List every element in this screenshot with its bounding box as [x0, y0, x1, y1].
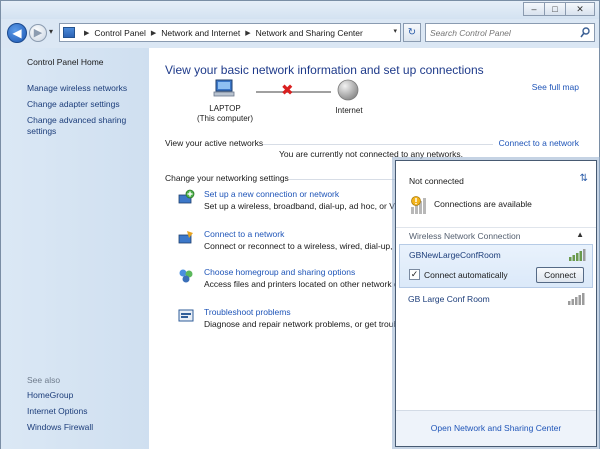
breadcrumb-separator-icon[interactable]: ▶ — [84, 29, 89, 37]
homegroup-icon — [179, 269, 193, 283]
collapse-chevron-icon[interactable]: ▲ — [576, 230, 584, 239]
connection-status: Not connected — [409, 176, 464, 186]
title-bar: – □ ✕ — [1, 1, 599, 19]
sidebar-item-windows-firewall[interactable]: Windows Firewall — [27, 422, 93, 433]
breadcrumb-separator-icon[interactable]: ▶ — [151, 29, 156, 37]
troubleshoot-icon — [178, 309, 194, 322]
network-sharing-center-window: – □ ✕ ◀ ▶ ▾ ▶ Control Panel ▶ Network an… — [0, 0, 600, 449]
computer-icon — [213, 79, 235, 97]
recent-pages-dropdown[interactable]: ▾ — [49, 27, 53, 36]
connect-to-a-network-link[interactable]: Connect to a network — [499, 138, 579, 148]
connections-available-icon — [411, 196, 426, 214]
sidebar-item-change-advanced-sharing-settings[interactable]: Change advanced sharing settings — [27, 115, 142, 137]
breadcrumb-control-panel[interactable]: Control Panel — [94, 28, 146, 38]
sidebar-item-internet-options[interactable]: Internet Options — [27, 406, 87, 417]
internet-label: Internet — [335, 106, 363, 115]
network-name[interactable]: GBNewLargeConfRoom — [409, 250, 501, 260]
network-item-selected[interactable]: GBNewLargeConfRoom ✓ Connect automatical… — [399, 244, 593, 288]
divider — [289, 179, 397, 180]
refresh-button[interactable]: ↻ — [403, 23, 421, 42]
homegroup-sharing-link[interactable]: Choose homegroup and sharing options — [204, 267, 355, 277]
search-box[interactable] — [425, 23, 595, 42]
troubleshoot-link[interactable]: Troubleshoot problems — [204, 307, 291, 317]
navigation-row: ◀ ▶ ▾ ▶ Control Panel ▶ Network and Inte… — [1, 21, 599, 45]
address-dropdown-icon[interactable]: ▾ — [393, 27, 397, 35]
sidebar: Control Panel Home Manage wireless netwo… — [1, 48, 149, 449]
sidebar-item-change-adapter-settings[interactable]: Change adapter settings — [27, 99, 120, 110]
connections-available-text: Connections are available — [434, 199, 532, 209]
change-settings-heading: Change your networking settings — [165, 173, 289, 183]
network-flyout: Not connected ⇅ Connections are availabl… — [395, 160, 597, 447]
task-setup-connection: Set up a new connection or network Set u… — [177, 189, 407, 215]
breadcrumb-network-and-sharing-center[interactable]: Network and Sharing Center — [256, 28, 363, 38]
close-button[interactable]: ✕ — [565, 2, 595, 16]
disconnected-x-icon: ✖ — [281, 82, 294, 99]
maximize-button[interactable]: □ — [544, 2, 566, 16]
task-homegroup: Choose homegroup and sharing options Acc… — [177, 267, 407, 293]
see-also-heading: See also — [27, 375, 61, 385]
refresh-networks-icon[interactable]: ⇅ — [580, 173, 588, 184]
connect-button[interactable]: Connect — [536, 267, 584, 283]
connect-to-network-description: Connect or reconnect to a wireless, wire… — [204, 241, 400, 251]
connect-automatically-checkbox[interactable]: ✓ — [409, 269, 420, 280]
troubleshoot-description: Diagnose and repair network problems, or… — [204, 319, 401, 329]
search-input[interactable] — [430, 26, 575, 40]
sidebar-item-homegroup[interactable]: HomeGroup — [27, 390, 73, 401]
connect-automatically-label[interactable]: Connect automatically — [424, 270, 508, 280]
active-networks-heading: View your active networks — [165, 138, 264, 148]
not-connected-message: You are currently not connected to any n… — [279, 149, 463, 159]
globe-icon — [337, 79, 359, 101]
control-panel-icon — [63, 27, 75, 38]
flyout-footer: Open Network and Sharing Center — [396, 410, 596, 446]
window-controls: – □ ✕ — [523, 2, 595, 16]
sidebar-item-control-panel-home[interactable]: Control Panel Home — [27, 57, 104, 68]
setup-connection-description: Set up a wireless, broadband, dial-up, a… — [204, 201, 401, 211]
flyout-header: Not connected ⇅ Connections are availabl… — [396, 161, 596, 221]
breadcrumb-separator-icon[interactable]: ▶ — [245, 29, 250, 37]
minimize-button[interactable]: – — [523, 2, 545, 16]
divider — [263, 144, 493, 145]
signal-strength-icon — [569, 249, 586, 261]
computer-name-label: LAPTOP — [209, 104, 241, 113]
search-icon[interactable] — [580, 27, 590, 39]
address-bar[interactable]: ▶ Control Panel ▶ Network and Internet ▶… — [59, 23, 401, 42]
connect-to-network-task-link[interactable]: Connect to a network — [204, 229, 284, 239]
breadcrumb-network-and-internet[interactable]: Network and Internet — [161, 28, 240, 38]
page-title: View your basic network information and … — [165, 63, 484, 77]
setup-connection-link[interactable]: Set up a new connection or network — [204, 189, 339, 199]
sidebar-item-manage-wireless-networks[interactable]: Manage wireless networks — [27, 83, 127, 94]
wireless-section-label: Wireless Network Connection — [409, 231, 521, 241]
homegroup-sharing-description: Access files and printers located on oth… — [204, 279, 399, 289]
forward-button[interactable]: ▶ — [29, 24, 47, 42]
back-button[interactable]: ◀ — [7, 23, 27, 43]
computer-sub-label: (This computer) — [196, 114, 253, 123]
task-connect-to-network: Connect to a network Connect or reconnec… — [177, 229, 407, 255]
connect-network-icon — [178, 231, 193, 244]
wireless-section-header[interactable]: Wireless Network Connection ▲ — [396, 227, 596, 243]
see-full-map-link[interactable]: See full map — [532, 82, 579, 92]
signal-strength-icon — [568, 293, 585, 305]
task-troubleshoot: Troubleshoot problems Diagnose and repai… — [177, 307, 407, 333]
open-network-sharing-center-link[interactable]: Open Network and Sharing Center — [396, 423, 596, 433]
new-connection-icon — [178, 189, 195, 204]
network-name[interactable]: GB Large Conf Room — [408, 294, 490, 304]
